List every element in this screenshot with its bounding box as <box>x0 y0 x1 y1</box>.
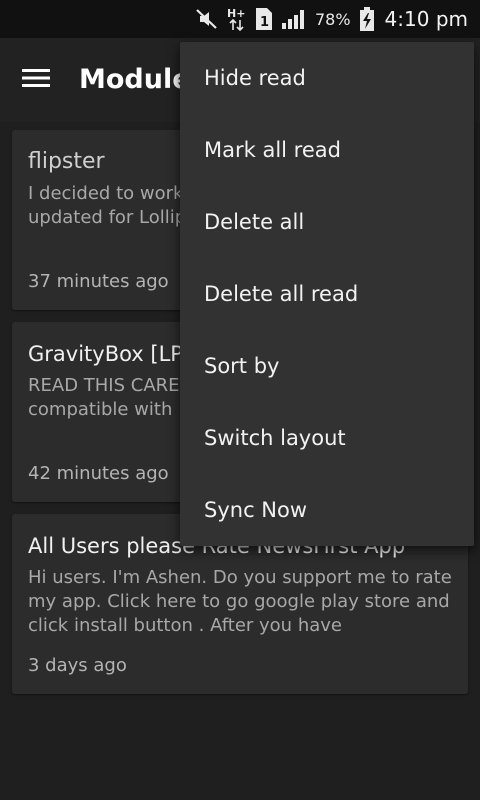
battery-charging-icon <box>359 6 375 32</box>
menu-item-delete-all-read[interactable]: Delete all read <box>180 258 474 330</box>
status-bar: H+ 1 78% 4:10 pm <box>0 0 480 38</box>
mute-icon <box>195 8 219 30</box>
hamburger-menu-button[interactable] <box>14 60 58 100</box>
status-icons: H+ 1 78% 4:10 pm <box>195 0 468 38</box>
signal-icon <box>281 8 307 30</box>
menu-item-mark-all-read[interactable]: Mark all read <box>180 114 474 186</box>
battery-percent: 78% <box>314 9 351 29</box>
card-timestamp: 3 days ago <box>28 655 127 676</box>
page-title: Module <box>79 64 191 95</box>
svg-text:H+: H+ <box>227 7 245 20</box>
clock: 4:10 pm <box>384 7 468 31</box>
hamburger-menu-icon <box>22 67 50 93</box>
menu-item-sort-by[interactable]: Sort by <box>180 330 474 402</box>
hplus-data-icon: H+ <box>227 6 247 32</box>
menu-item-delete-all[interactable]: Delete all <box>180 186 474 258</box>
card-body: Hi users. I'm Ashen. Do you support me t… <box>28 567 452 636</box>
menu-item-switch-layout[interactable]: Switch layout <box>180 402 474 474</box>
menu-item-sync-now[interactable]: Sync Now <box>180 474 474 546</box>
sim-1-icon: 1 <box>255 7 273 31</box>
menu-item-hide-read[interactable]: Hide read <box>180 42 474 114</box>
svg-text:1: 1 <box>260 15 269 30</box>
overflow-menu: Hide read Mark all read Delete all Delet… <box>180 42 474 546</box>
